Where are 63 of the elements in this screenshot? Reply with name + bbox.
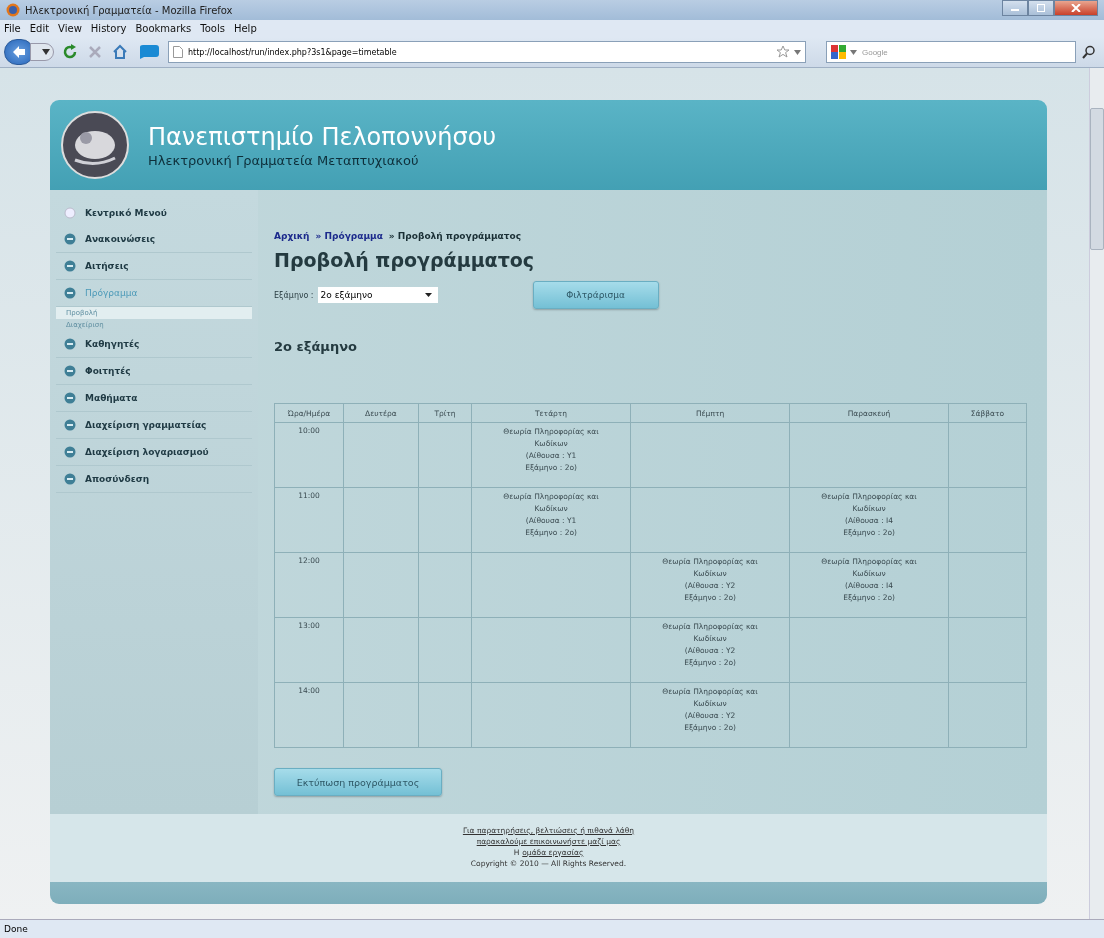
- sidebar-item[interactable]: Καθηγητές: [56, 331, 252, 358]
- bullet-circle-icon: [64, 446, 76, 458]
- maximize-icon: [1036, 4, 1046, 12]
- speech-bubble-icon: [138, 44, 160, 60]
- menu-item[interactable]: View: [58, 23, 82, 34]
- bullet-circle-icon: [64, 287, 76, 299]
- home-icon: [112, 44, 128, 60]
- status-bar-text: Done: [0, 919, 1104, 938]
- page-heading: Προβολή προγράμματος: [274, 249, 536, 271]
- breadcrumb-current: » Προβολή προγράμματος: [388, 231, 521, 241]
- caret-icon: [850, 49, 857, 55]
- reload-icon: [62, 44, 78, 60]
- semester-dropdown[interactable]: 2ο εξάμηνο: [317, 287, 438, 303]
- menu-item[interactable]: Tools: [200, 23, 225, 34]
- browser-logo-icon: [6, 3, 20, 17]
- sidebar-item[interactable]: Φοιτητές: [56, 358, 252, 385]
- logo-emblem-drawing: [60, 110, 130, 180]
- bullet-circle-icon: [64, 260, 76, 272]
- menu-item[interactable]: Bookmarks: [135, 23, 192, 34]
- caret-icon: [424, 293, 432, 297]
- bullet-circle-icon: [64, 392, 76, 404]
- bullet-ring-icon: [64, 207, 76, 219]
- section-heading: 2ο εξάμηνο: [274, 339, 358, 354]
- menu-item[interactable]: File: [4, 23, 21, 34]
- menu-item[interactable]: Edit: [29, 23, 50, 34]
- menu-item[interactable]: History: [90, 23, 127, 34]
- bullet-circle-icon: [64, 365, 76, 377]
- stop-icon: [88, 45, 102, 59]
- sidebar-item[interactable]: Αποσύνδεση: [56, 466, 252, 493]
- site-title: Πανεπιστημίο Πελοποννήσου: [148, 122, 497, 151]
- caret-icon: [794, 49, 801, 55]
- sidebar-item[interactable]: Κεντρικό Μενού: [56, 200, 252, 226]
- site-subtitle: Ηλεκτρονική Γραμματεία Μεταπτυχιακού: [148, 152, 420, 168]
- sidebar-item[interactable]: Μαθήματα: [56, 385, 252, 412]
- window-title: Ηλεκτρονική Γραμματεία - Mozilla Firefox: [25, 4, 234, 16]
- search-bar[interactable]: Google: [826, 41, 1076, 63]
- star-icon: [776, 45, 790, 59]
- sidebar-item[interactable]: Αιτήσεις: [56, 253, 252, 280]
- bullet-circle-icon: [64, 233, 76, 245]
- bullet-circle-icon: [64, 473, 76, 485]
- breadcrumb-link[interactable]: Αρχική: [274, 231, 310, 241]
- filter-button[interactable]: Φιλτράρισμα: [532, 281, 659, 309]
- search-icon: [1082, 45, 1096, 59]
- scrollbar[interactable]: [1089, 68, 1104, 919]
- sidebar-item[interactable]: Διαχείριση λογαριασμού: [56, 439, 252, 466]
- bullet-circle-icon: [64, 338, 76, 350]
- caret-icon: [42, 49, 50, 55]
- sidebar-item[interactable]: Διαχείριση γραμματείας: [56, 412, 252, 439]
- forward-button[interactable]: [30, 43, 54, 61]
- search-engine-icon: [831, 45, 847, 59]
- semester-label: Εξάμηνο :: [274, 290, 314, 300]
- breadcrumb-link[interactable]: » Πρόγραμμα: [315, 231, 383, 241]
- close-button[interactable]: [1054, 0, 1098, 16]
- page-icon: [173, 46, 183, 58]
- back-arrow-icon: [11, 45, 27, 59]
- print-button[interactable]: Εκτύπωση προγράμματος: [274, 768, 442, 796]
- maximize-button[interactable]: [1028, 0, 1054, 16]
- close-icon: [1071, 4, 1081, 12]
- minimize-button[interactable]: [1002, 0, 1028, 16]
- address-bar[interactable]: http://localhost/run/index.php?3s1&page=timetable: [168, 41, 806, 63]
- sidebar-item[interactable]: Ανακοινώσεις: [56, 226, 252, 253]
- bullet-circle-icon: [64, 419, 76, 431]
- menu-item[interactable]: Help: [233, 23, 257, 34]
